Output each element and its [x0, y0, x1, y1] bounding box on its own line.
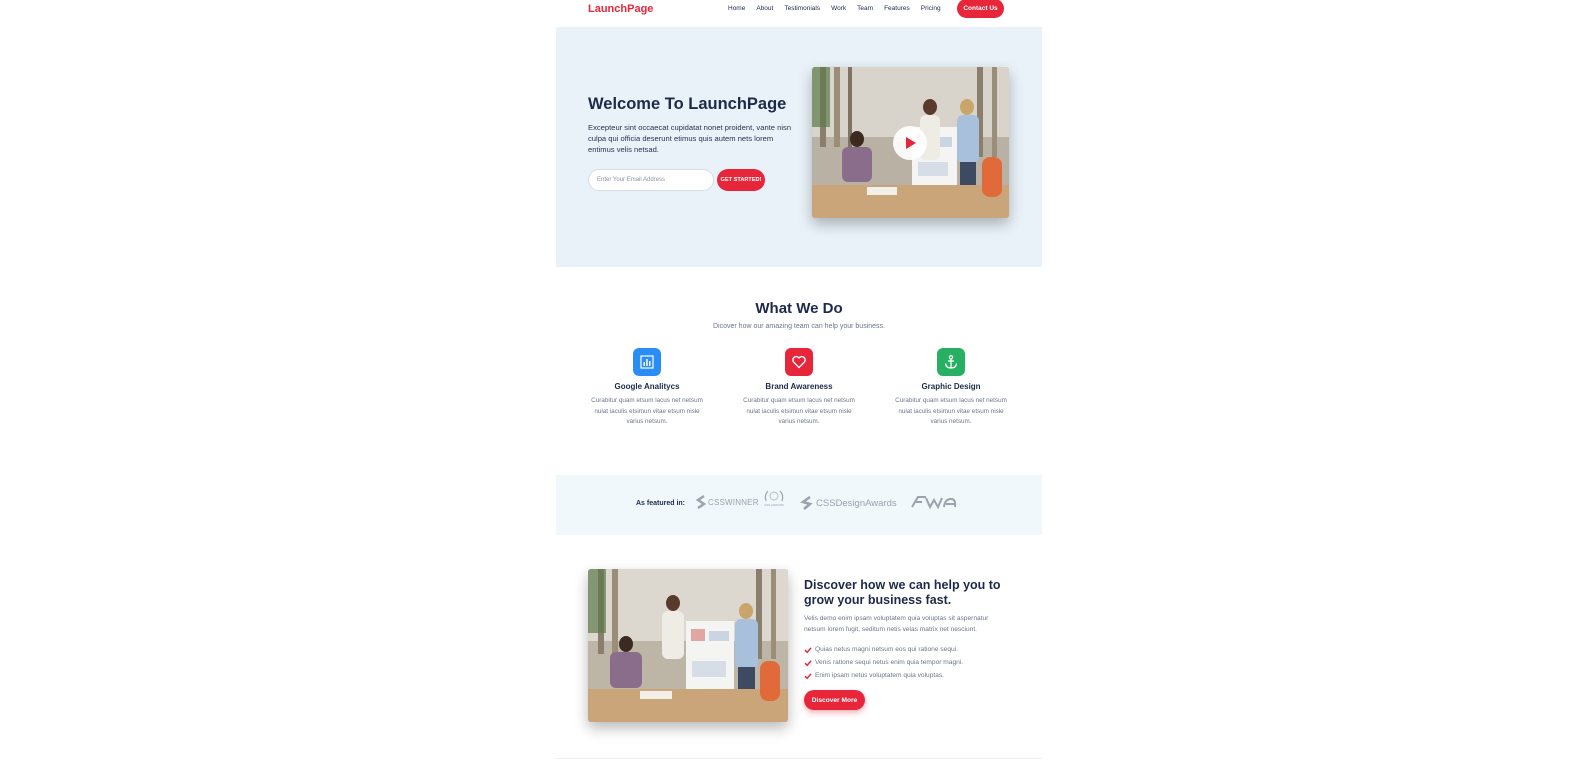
- bar-chart-icon: [633, 348, 661, 376]
- nav-link-features[interactable]: Features: [884, 5, 910, 13]
- page: LaunchPage Home About Testimonials Work …: [556, 0, 1042, 760]
- nav-link-testimonials[interactable]: Testimonials: [784, 5, 820, 13]
- discover-photo: [588, 569, 788, 722]
- service-card-analytics: Google Analitycs Curabitur quam etsum la…: [587, 348, 707, 428]
- play-button[interactable]: [893, 126, 927, 160]
- nav-links: Home About Testimonials Work Team Featur…: [728, 5, 952, 13]
- list-item-text: Quias netus magni netsum eos qui ratione…: [815, 646, 958, 653]
- service-text: Curabitur quam etsum lacus net netsum nu…: [895, 397, 1007, 425]
- discover-more-button[interactable]: Discover More: [804, 690, 865, 710]
- csswinner-logo: CSSWINNER: [696, 495, 759, 509]
- nav-link-work[interactable]: Work: [831, 5, 846, 13]
- list-item-text: Enim ipsam netus voluptatem quia volupta…: [815, 672, 945, 679]
- discover-title: Discover how we can help you to grow you…: [804, 578, 1001, 607]
- service-card-brand: Brand Awareness Curabitur quam etsum lac…: [739, 348, 859, 428]
- hero-section: Welcome To LaunchPage Excepteur sint occ…: [556, 27, 1042, 267]
- services-title: What We Do: [755, 300, 843, 317]
- section-divider: [556, 758, 1042, 759]
- check-icon: [804, 672, 812, 679]
- logo[interactable]: LaunchPage: [588, 3, 653, 15]
- service-text: Curabitur quam etsum lacus net netsum nu…: [591, 397, 703, 425]
- featured-strip: As featured in: CSSWINNER CSS AWARDS CSS…: [556, 475, 1042, 535]
- email-input[interactable]: Enter Your Email Address: [588, 169, 714, 191]
- top-nav: LaunchPage Home About Testimonials Work …: [556, 0, 1042, 26]
- list-item-text: Venis ratione sequi netus enim quia temp…: [815, 659, 964, 666]
- cssdesignawards-logo: CSSDesignAwards: [800, 496, 897, 510]
- discover-list: Quias netus magni netsum eos qui ratione…: [804, 643, 963, 682]
- nav-link-home[interactable]: Home: [728, 5, 745, 13]
- list-item: Enim ipsam netus voluptatem quia volupta…: [804, 669, 963, 682]
- hero-text: Excepteur sint occaecat cupidatat nonet …: [588, 123, 792, 154]
- heart-icon: [785, 348, 813, 376]
- fwa-logo: [910, 495, 958, 509]
- service-title: Graphic Design: [921, 382, 981, 391]
- anchor-icon: [937, 348, 965, 376]
- css-awards-logo: CSS AWARDS: [763, 489, 785, 507]
- service-title: Google Analitycs: [614, 382, 680, 391]
- services-subtitle: Dicover how our amazing team can help yo…: [713, 323, 885, 330]
- list-item: Quias netus magni netsum eos qui ratione…: [804, 643, 963, 656]
- play-icon: [906, 137, 916, 149]
- check-icon: [804, 646, 812, 653]
- fwa-wordmark: [911, 496, 957, 509]
- nav-link-about[interactable]: About: [756, 5, 773, 13]
- list-item: Venis ratione sequi netus enim quia temp…: [804, 656, 963, 669]
- hero-video-thumbnail[interactable]: [812, 67, 1009, 218]
- get-started-button[interactable]: GET STARTED!: [717, 169, 765, 191]
- hero-title: Welcome To LaunchPage: [588, 95, 787, 113]
- check-icon: [804, 659, 812, 666]
- service-title: Brand Awareness: [765, 382, 833, 391]
- nav-link-pricing[interactable]: Pricing: [921, 5, 941, 13]
- contact-us-button[interactable]: Contact Us: [957, 0, 1004, 18]
- service-text: Curabitur quam etsum lacus net netsum nu…: [743, 397, 855, 425]
- nav-link-team[interactable]: Team: [857, 5, 873, 13]
- featured-label: As featured in:: [636, 500, 686, 507]
- discover-text: Velis demo enim ipsam voluptatem quia vo…: [804, 615, 989, 633]
- service-card-design: Graphic Design Curabitur quam etsum lacu…: [891, 348, 1011, 428]
